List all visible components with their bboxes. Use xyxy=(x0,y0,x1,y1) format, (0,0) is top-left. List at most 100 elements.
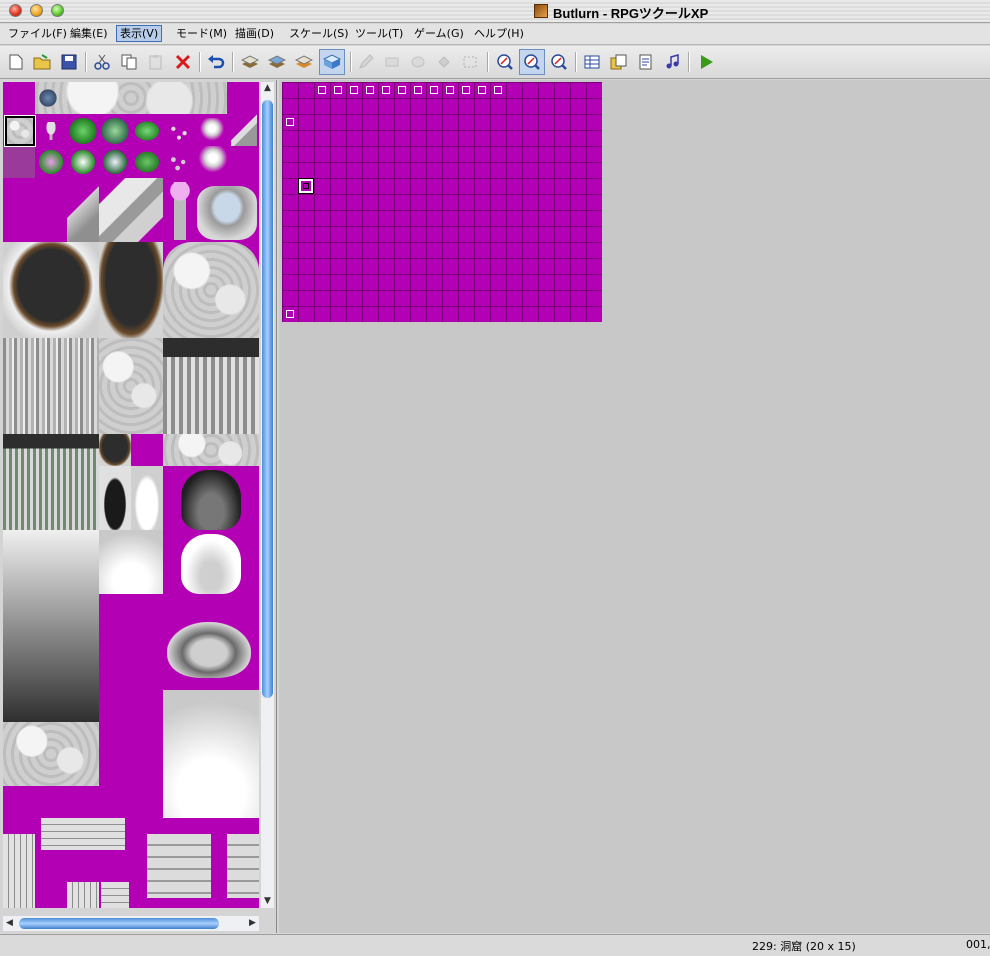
tile-wood-post[interactable] xyxy=(67,882,99,908)
open-folder-icon[interactable] xyxy=(31,51,53,73)
map-grid[interactable] xyxy=(282,82,602,322)
database-icon[interactable] xyxy=(581,51,603,73)
player-start-marker[interactable] xyxy=(298,178,314,194)
tile-stalagmite-large[interactable] xyxy=(99,178,163,242)
undo-icon[interactable] xyxy=(205,51,227,73)
tile-white-boulder[interactable] xyxy=(181,534,241,594)
tile-flower-bush[interactable] xyxy=(101,148,129,176)
tile-stalagmite-small[interactable] xyxy=(231,114,257,146)
tile-dark-spike[interactable] xyxy=(99,466,131,530)
tile-rock-plateau[interactable] xyxy=(163,242,259,338)
tile-dark-boulder[interactable] xyxy=(181,470,241,530)
cut-icon[interactable] xyxy=(91,51,113,73)
tile-plant-2[interactable] xyxy=(101,118,129,144)
tile-light-floor[interactable] xyxy=(99,530,163,594)
menu-view[interactable]: 表示(V) xyxy=(116,25,163,42)
tile-wood-pillar[interactable] xyxy=(3,834,35,908)
event-marker[interactable] xyxy=(414,86,422,94)
materials-icon[interactable] xyxy=(608,51,630,73)
copy-icon[interactable] xyxy=(118,51,140,73)
minimize-window-button[interactable] xyxy=(30,4,43,17)
event-marker[interactable] xyxy=(398,86,406,94)
ellipse-icon[interactable] xyxy=(407,51,429,73)
scroll-down-arrow-icon[interactable]: ▼ xyxy=(261,895,274,908)
tileset-vertical-scroll-thumb[interactable] xyxy=(262,100,273,698)
menu-scale[interactable]: スケール(S) xyxy=(286,26,352,41)
event-marker[interactable] xyxy=(286,310,294,318)
event-marker[interactable] xyxy=(494,86,502,94)
menu-game[interactable]: ゲーム(G) xyxy=(411,26,467,41)
tile-glow-floor[interactable] xyxy=(163,690,259,818)
tile-pebbles-2[interactable] xyxy=(165,150,193,174)
tile-crystal-cluster[interactable] xyxy=(197,146,229,176)
tile-stone-basin[interactable] xyxy=(197,186,257,240)
tile-crystal-small[interactable] xyxy=(199,118,225,144)
tile-empty[interactable] xyxy=(3,146,35,178)
script-editor-icon[interactable] xyxy=(635,51,657,73)
event-layer-icon[interactable] xyxy=(319,49,345,75)
tile-tall-cliff[interactable] xyxy=(3,530,99,722)
autotile-strip[interactable] xyxy=(35,82,227,114)
tile-plant-1[interactable] xyxy=(69,118,97,144)
fill-icon[interactable] xyxy=(433,51,455,73)
event-marker[interactable] xyxy=(366,86,374,94)
tile-pebbles[interactable] xyxy=(165,120,193,142)
map-editor-area[interactable] xyxy=(279,80,990,933)
tile-rock-mound[interactable] xyxy=(167,622,251,678)
pencil-icon[interactable] xyxy=(355,51,377,73)
zoom-1-4-icon[interactable] xyxy=(548,51,570,73)
event-marker[interactable] xyxy=(350,86,358,94)
scroll-right-arrow-icon[interactable]: ▶ xyxy=(246,916,259,931)
event-marker[interactable] xyxy=(478,86,486,94)
tile-lilypad-2[interactable] xyxy=(133,150,161,174)
save-icon[interactable] xyxy=(58,51,80,73)
menu-tools[interactable]: ツール(T) xyxy=(352,26,406,41)
new-file-icon[interactable] xyxy=(5,51,27,73)
event-marker[interactable] xyxy=(462,86,470,94)
event-marker[interactable] xyxy=(382,86,390,94)
close-window-button[interactable] xyxy=(9,4,22,17)
tile-lilypad[interactable] xyxy=(133,120,161,142)
zoom-1-2-icon[interactable] xyxy=(519,49,545,75)
tile-pit-square[interactable] xyxy=(99,242,163,338)
tile-rock-floor-2[interactable] xyxy=(99,338,163,434)
event-marker[interactable] xyxy=(446,86,454,94)
tileset-horizontal-scroll-thumb[interactable] xyxy=(19,918,219,929)
play-icon[interactable] xyxy=(695,51,717,73)
tile-crystal-orb[interactable] xyxy=(165,182,195,240)
scroll-left-arrow-icon[interactable]: ◀ xyxy=(3,916,16,931)
event-marker[interactable] xyxy=(334,86,342,94)
select-icon[interactable] xyxy=(459,51,481,73)
autotile-water[interactable] xyxy=(39,87,57,109)
tile-pit-small[interactable] xyxy=(99,434,131,466)
menu-draw[interactable]: 描画(D) xyxy=(232,26,277,41)
menu-edit[interactable]: 編集(E) xyxy=(67,26,111,41)
event-marker[interactable] xyxy=(286,118,294,126)
menu-help[interactable]: ヘルプ(H) xyxy=(471,26,527,41)
sound-test-icon[interactable] xyxy=(662,51,684,73)
tile-stone-steps-2[interactable] xyxy=(227,834,259,898)
event-marker[interactable] xyxy=(430,86,438,94)
tile-rock-strip[interactable] xyxy=(163,434,259,466)
rectangle-icon[interactable] xyxy=(381,51,403,73)
tile-planks-small[interactable] xyxy=(101,882,129,908)
tileset-palette[interactable] xyxy=(3,82,259,908)
event-marker[interactable] xyxy=(318,86,326,94)
delete-icon[interactable] xyxy=(172,51,194,73)
menu-file[interactable]: ファイル(F) xyxy=(5,26,70,41)
title-bar[interactable]: Butlurn - RPGツクールXP xyxy=(0,0,990,23)
tile-mushroom[interactable] xyxy=(43,122,59,140)
layer1-icon[interactable] xyxy=(239,51,261,73)
menu-mode[interactable]: モード(M) xyxy=(173,26,230,41)
tile-pit-large[interactable] xyxy=(3,242,99,338)
zoom-1-1-icon[interactable] xyxy=(494,51,516,73)
tile-stalagmite[interactable] xyxy=(67,180,99,242)
tile-cave-entrance[interactable] xyxy=(163,338,259,434)
paste-icon[interactable] xyxy=(145,51,167,73)
scroll-up-arrow-icon[interactable]: ▲ xyxy=(261,82,274,95)
tileset-vertical-scrollbar[interactable]: ▲ ▼ xyxy=(261,82,274,908)
layer2-icon[interactable] xyxy=(266,51,288,73)
tile-rock-floor-3[interactable] xyxy=(3,722,99,786)
tile-flower-pink[interactable] xyxy=(37,148,65,176)
tile-stone-steps[interactable] xyxy=(147,834,211,898)
